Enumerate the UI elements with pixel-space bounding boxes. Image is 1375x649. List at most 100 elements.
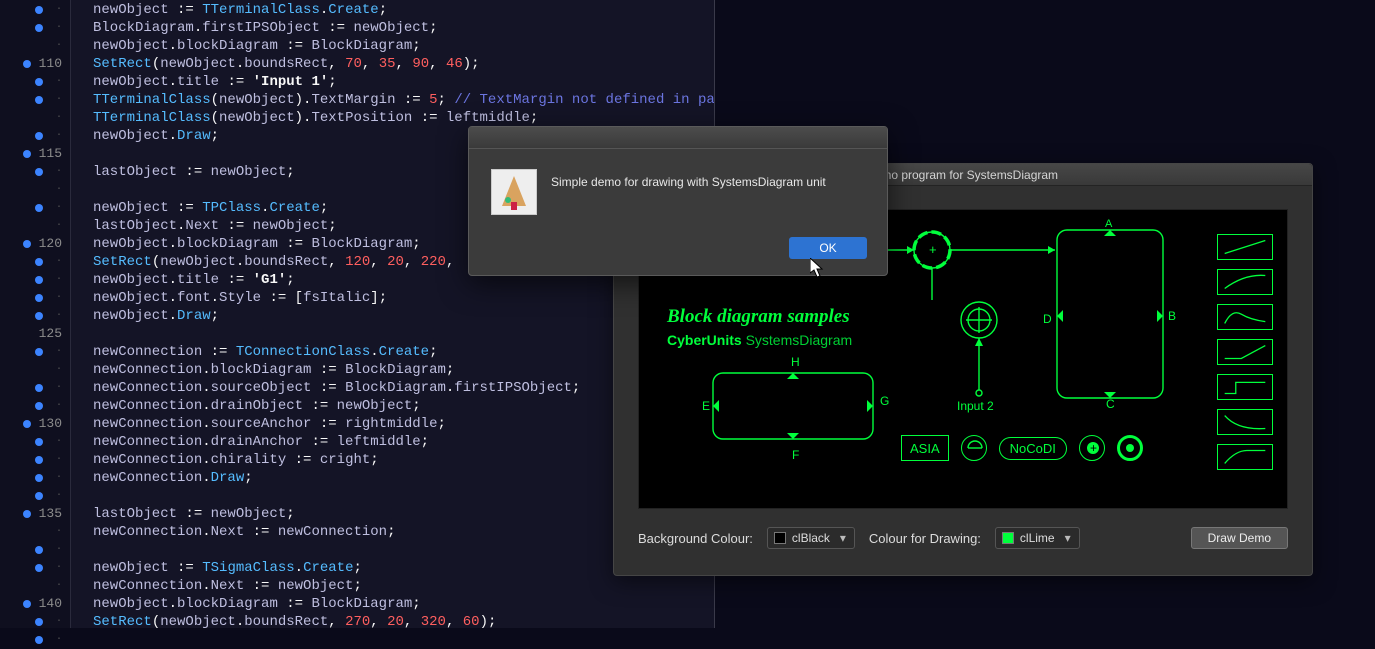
gutter-line[interactable]: 130	[0, 415, 70, 433]
gutter-line[interactable]: ·	[0, 127, 70, 145]
gutter-line[interactable]: ·	[0, 289, 70, 307]
nocodi-button[interactable]: NoCoDI	[999, 437, 1067, 460]
gutter-line[interactable]: 115	[0, 145, 70, 163]
gutter-line[interactable]: ·	[0, 379, 70, 397]
code-line[interactable]: newObject := TTerminalClass.Create;	[93, 1, 715, 19]
gutter-line[interactable]: ·	[0, 469, 70, 487]
breakpoint-icon[interactable]	[35, 474, 43, 482]
breakpoint-icon[interactable]	[23, 150, 31, 158]
gutter-line[interactable]: 110	[0, 55, 70, 73]
gutter-line[interactable]: ·	[0, 577, 70, 595]
palette-saturate[interactable]	[1217, 444, 1273, 470]
breakpoint-icon[interactable]	[35, 276, 43, 284]
breakpoint-icon[interactable]	[23, 600, 31, 608]
breakpoint-icon[interactable]	[35, 546, 43, 554]
breakpoint-icon[interactable]	[35, 24, 43, 32]
gutter-line[interactable]: ·	[0, 487, 70, 505]
code-line[interactable]: BlockDiagram.firstIPSObject := newObject…	[93, 19, 715, 37]
fg-colour-combo[interactable]: clLime ▾	[995, 527, 1080, 549]
gutter-line[interactable]: ·	[0, 397, 70, 415]
gutter-line[interactable]: ·	[0, 523, 70, 541]
gutter-line[interactable]: ·	[0, 343, 70, 361]
breakpoint-icon[interactable]	[35, 456, 43, 464]
breakpoint-icon[interactable]	[35, 258, 43, 266]
code-line[interactable]: newObject.blockDiagram := BlockDiagram;	[93, 595, 715, 613]
gutter-line[interactable]: 135	[0, 505, 70, 523]
breakpoint-icon[interactable]	[35, 618, 43, 626]
gutter-line[interactable]: ·	[0, 163, 70, 181]
label-B: B	[1168, 309, 1176, 323]
ok-button[interactable]: OK	[789, 237, 867, 259]
code-line[interactable]: newObject.title := 'Input 1';	[93, 73, 715, 91]
breakpoint-icon[interactable]	[35, 6, 43, 14]
gutter-line[interactable]: ·	[0, 451, 70, 469]
gutter-line[interactable]: ·	[0, 613, 70, 631]
breakpoint-icon[interactable]	[23, 60, 31, 68]
gutter-line[interactable]: ·	[0, 37, 70, 55]
breakpoint-icon[interactable]	[35, 204, 43, 212]
breakpoint-icon[interactable]	[35, 564, 43, 572]
gutter-line[interactable]: ·	[0, 271, 70, 289]
breakpoint-icon[interactable]	[35, 132, 43, 140]
code-line[interactable]: SetRect(newObject.boundsRect, 70, 35, 90…	[93, 55, 715, 73]
breakpoint-icon[interactable]	[23, 510, 31, 518]
palette-ramp[interactable]	[1217, 339, 1273, 365]
breakpoint-icon[interactable]	[35, 294, 43, 302]
gutter-line[interactable]: ·	[0, 73, 70, 91]
breakpoint-icon[interactable]	[35, 402, 43, 410]
breakpoint-icon[interactable]	[35, 492, 43, 500]
chevron-down-icon: ▾	[836, 529, 850, 547]
code-line[interactable]: newConnection.Next := newObject;	[93, 577, 715, 595]
breakpoint-icon[interactable]	[35, 636, 43, 644]
breakpoint-icon[interactable]	[35, 384, 43, 392]
palette-step[interactable]	[1217, 374, 1273, 400]
gutter-line[interactable]: ·	[0, 199, 70, 217]
gutter-line[interactable]: ·	[0, 19, 70, 37]
breakpoint-icon[interactable]	[35, 438, 43, 446]
gutter-line[interactable]: ·	[0, 631, 70, 649]
demo-window-title-text: demo program for SystemsDiagram	[868, 168, 1058, 182]
label-D: D	[1043, 312, 1052, 326]
breakpoint-icon[interactable]	[23, 240, 31, 248]
bg-colour-combo[interactable]: clBlack ▾	[767, 527, 855, 549]
plus-circle-button[interactable]: +	[1079, 435, 1105, 461]
gutter-line[interactable]: ·	[0, 433, 70, 451]
bg-colour-value: clBlack	[792, 531, 830, 545]
breakpoint-icon[interactable]	[35, 348, 43, 356]
gutter-line[interactable]: ·	[0, 559, 70, 577]
code-line[interactable]: SetRect(newObject.boundsRect, 270, 20, 3…	[93, 613, 715, 628]
palette-linear[interactable]	[1217, 234, 1273, 260]
label-input2: Input 2	[957, 399, 994, 413]
palette-pulse[interactable]	[1217, 304, 1273, 330]
palette-sat-up[interactable]	[1217, 269, 1273, 295]
gutter-line[interactable]: ·	[0, 91, 70, 109]
gutter-line[interactable]: ·	[0, 181, 70, 199]
gutter-line[interactable]: ·	[0, 109, 70, 127]
code-line[interactable]: newObject.blockDiagram := BlockDiagram;	[93, 37, 715, 55]
breakpoint-icon[interactable]	[35, 312, 43, 320]
palette-decay[interactable]	[1217, 409, 1273, 435]
gutter-line[interactable]: ·	[0, 253, 70, 271]
gutter-line[interactable]: 140	[0, 595, 70, 613]
gutter-line[interactable]: ·	[0, 541, 70, 559]
draw-demo-button[interactable]: Draw Demo	[1191, 527, 1288, 549]
code-line[interactable]: TTerminalClass(newObject).TextMargin := …	[93, 91, 715, 109]
gutter-line[interactable]: ·	[0, 217, 70, 235]
code-line[interactable]: TTerminalClass(newObject).TextPosition :…	[93, 109, 715, 127]
label-G: G	[880, 394, 889, 408]
gutter-line[interactable]: 120	[0, 235, 70, 253]
ring-circle-button[interactable]	[1117, 435, 1143, 461]
asia-button[interactable]: ASIA	[901, 435, 949, 461]
gutter-line[interactable]: ·	[0, 307, 70, 325]
breakpoint-icon[interactable]	[35, 168, 43, 176]
gutter-line[interactable]: 125	[0, 325, 70, 343]
breakpoint-icon[interactable]	[35, 96, 43, 104]
dialog-app-icon	[491, 169, 551, 259]
gutter-line[interactable]: ·	[0, 1, 70, 19]
pi-circle-button[interactable]	[961, 435, 987, 461]
breakpoint-icon[interactable]	[35, 78, 43, 86]
fg-colour-label: Colour for Drawing:	[869, 531, 981, 546]
breakpoint-icon[interactable]	[23, 420, 31, 428]
gutter-line[interactable]: ·	[0, 361, 70, 379]
dialog-titlebar[interactable]	[469, 127, 887, 149]
